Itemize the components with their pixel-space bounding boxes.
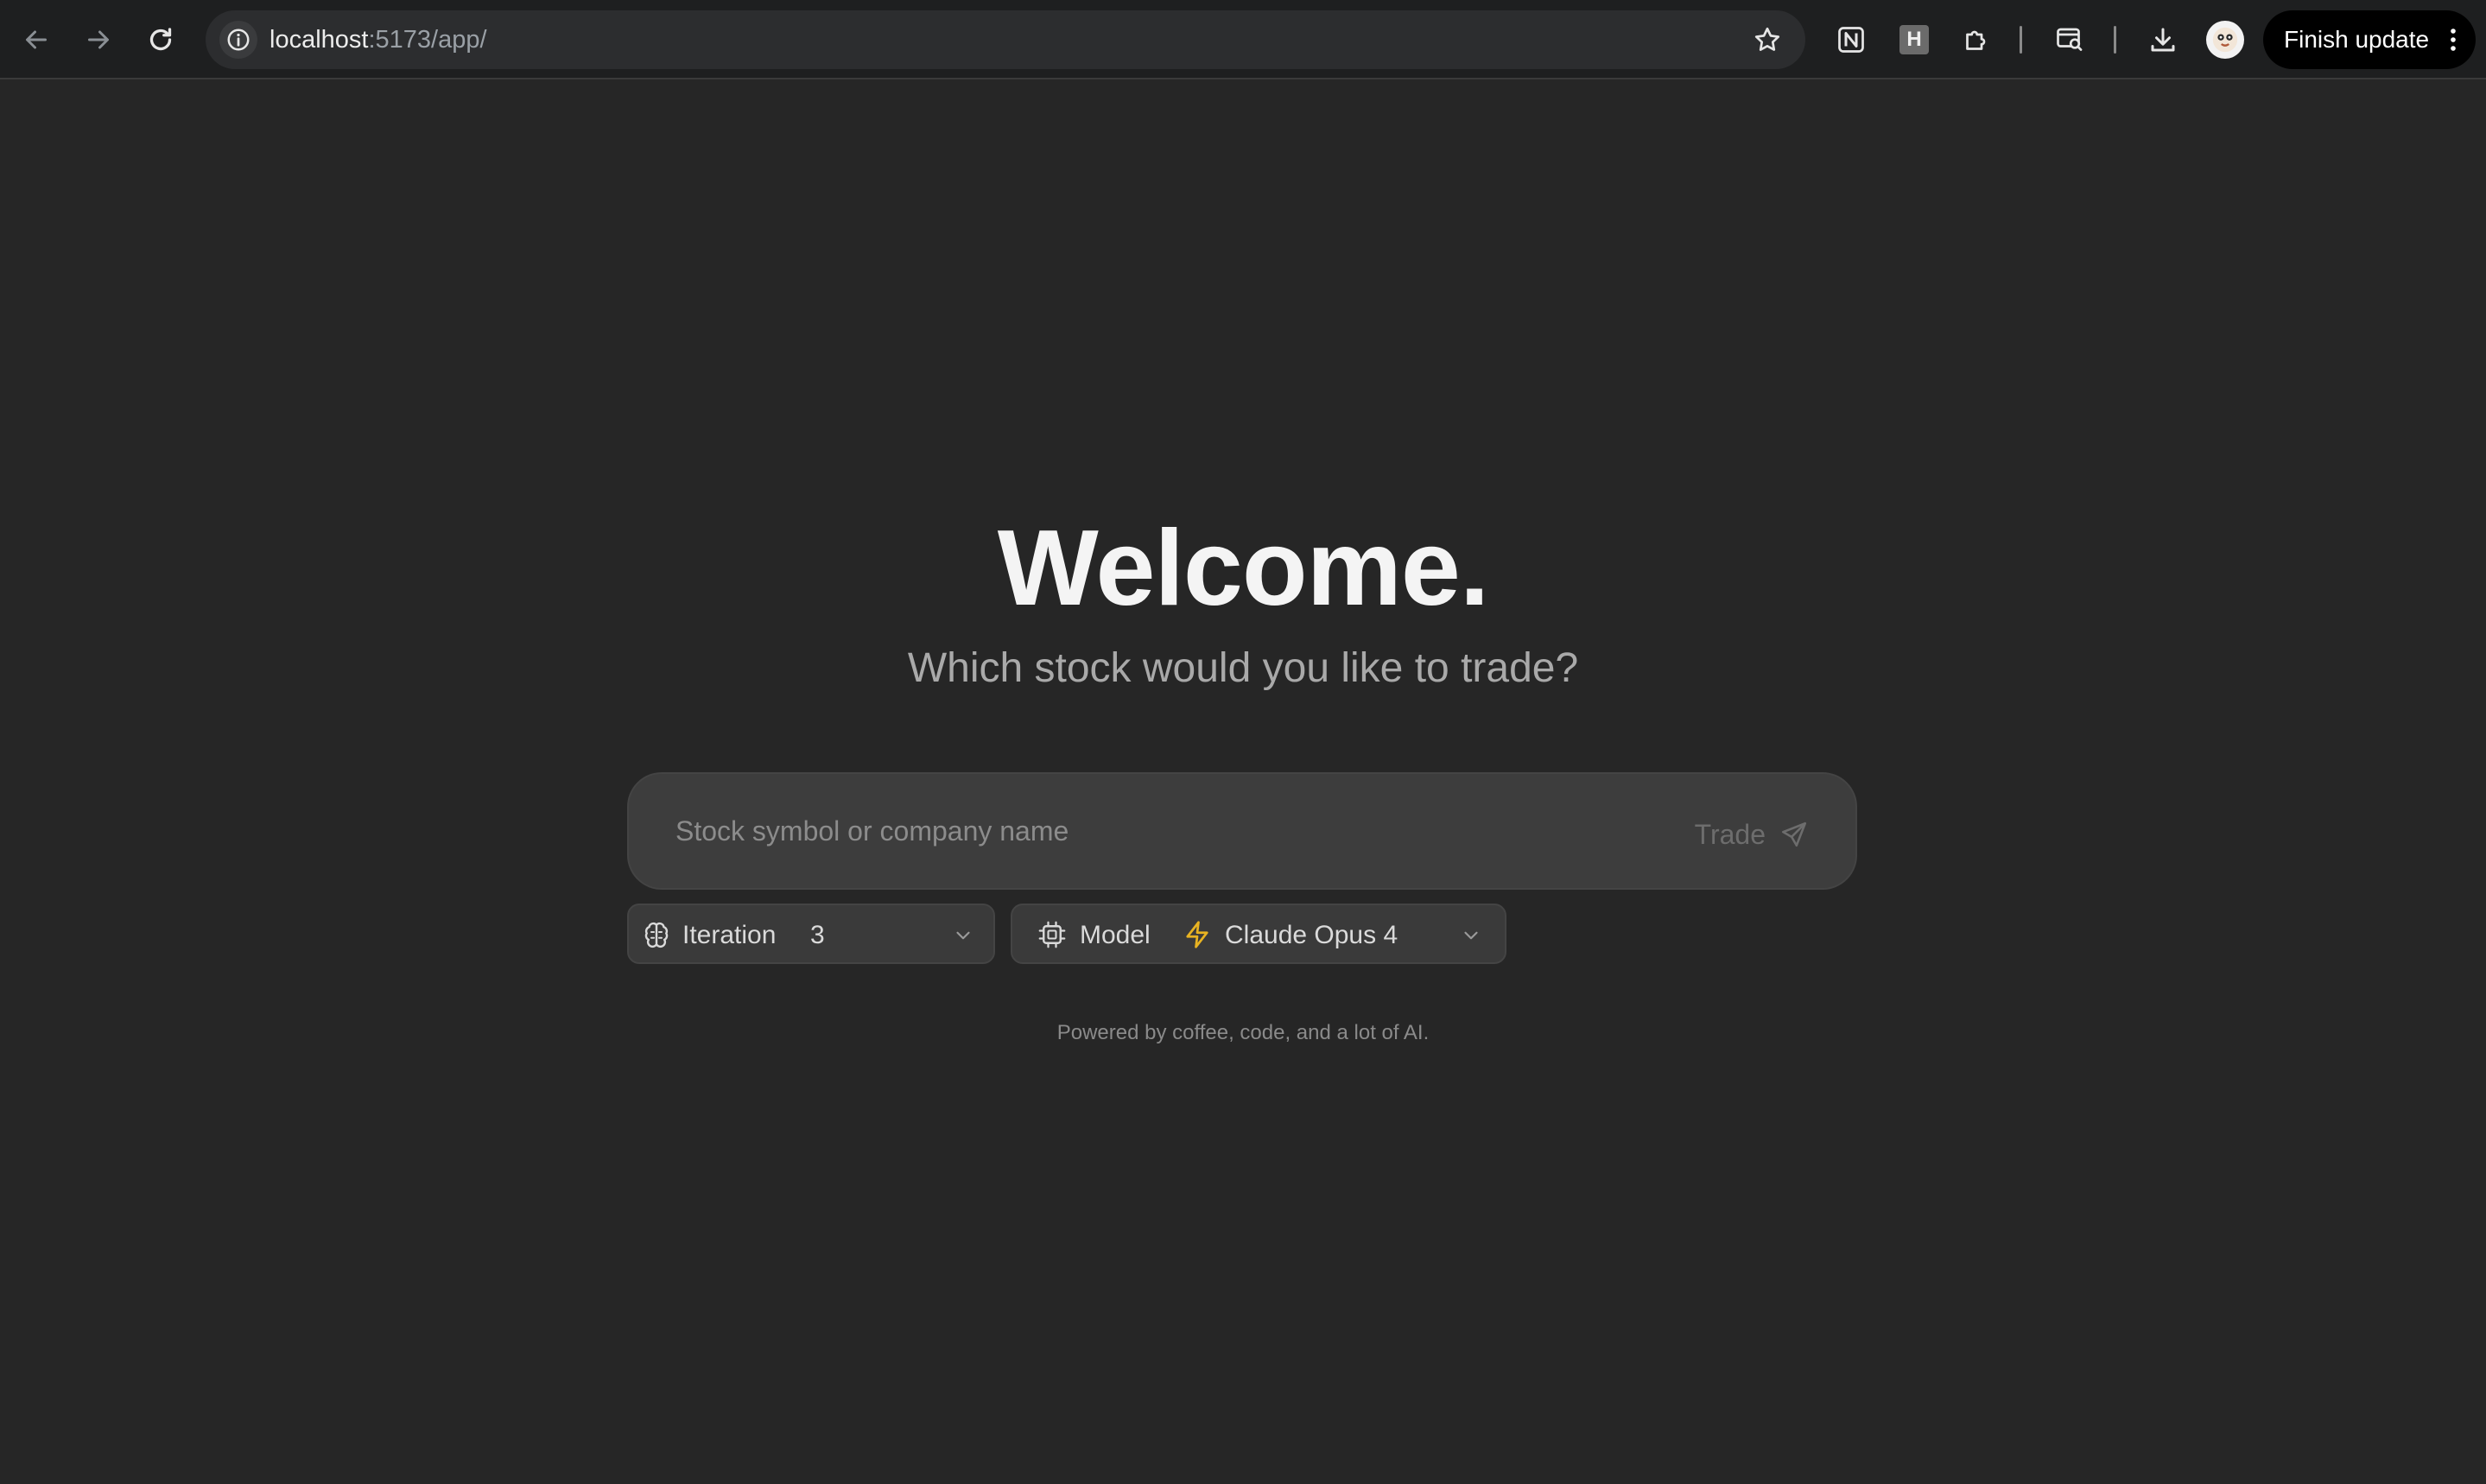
download-icon[interactable] (2146, 22, 2180, 57)
url-text: localhost:5173/app/ (270, 24, 487, 55)
profile-avatar[interactable] (2206, 21, 2244, 59)
back-button[interactable] (16, 19, 57, 60)
footer-tagline: Powered by coffee, code, and a lot of AI… (1056, 1021, 1430, 1044)
model-value: Claude Opus 4 (1225, 921, 1398, 949)
url-host: localhost (270, 26, 369, 54)
finish-update-label: Finish update (2284, 26, 2430, 53)
model-select[interactable]: Model Claude Opus 4 (1011, 904, 1506, 964)
page-subtitle: Which stock would you like to trade? (907, 645, 1579, 691)
chevron-down-icon (1464, 931, 1478, 940)
chevron-down-icon (956, 931, 970, 940)
brain-icon (644, 922, 669, 948)
stock-search-box: Trade (627, 772, 1857, 890)
cpu-chip-icon (1038, 921, 1066, 948)
lightning-bolt-icon (1186, 921, 1208, 948)
reload-button[interactable] (140, 19, 181, 60)
more-vertical-icon (2451, 29, 2456, 51)
forward-button[interactable] (78, 19, 119, 60)
arrow-left-icon (26, 30, 47, 49)
toolbar-separator (2020, 26, 2022, 54)
iteration-label: Iteration (682, 921, 777, 949)
toolbar-separator (2114, 26, 2116, 54)
browser-toolbar: localhost:5173/app/ H Finish update (0, 0, 2486, 79)
h-extension-icon[interactable]: H (1897, 22, 1931, 57)
finish-update-button[interactable]: Finish update (2263, 10, 2476, 69)
notion-extension-icon[interactable] (1834, 22, 1868, 57)
tab-search-icon[interactable] (2052, 22, 2087, 57)
site-info-icon[interactable] (219, 21, 257, 59)
trade-button-label: Trade (1694, 818, 1766, 850)
model-label: Model (1080, 921, 1151, 949)
address-bar[interactable]: localhost:5173/app/ (206, 10, 1805, 69)
send-icon (1781, 821, 1807, 847)
url-path: :5173/app/ (368, 26, 487, 54)
h-extension-label: H (1899, 25, 1929, 54)
avatar-face-icon (2212, 27, 2238, 53)
reload-icon (149, 28, 172, 51)
iteration-value: 3 (810, 921, 825, 949)
iteration-select[interactable]: Iteration 3 (627, 904, 995, 964)
bookmark-star-icon[interactable] (1752, 24, 1783, 55)
arrow-right-icon (88, 30, 109, 49)
trade-button[interactable]: Trade (1695, 810, 1809, 859)
stock-search-input[interactable] (675, 805, 1539, 857)
page-title: Welcome. (997, 509, 1490, 628)
extensions-puzzle-icon[interactable] (1959, 22, 1994, 57)
